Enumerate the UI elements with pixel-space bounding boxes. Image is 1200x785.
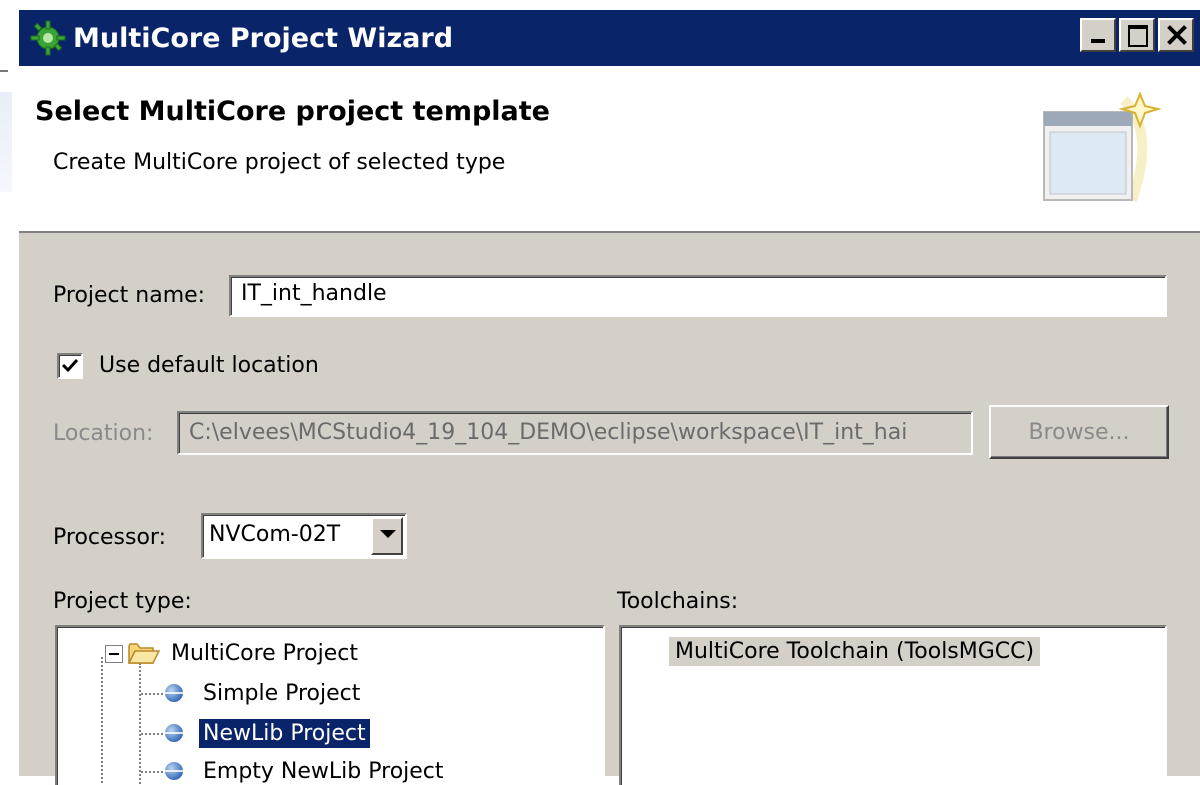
- checkmark-icon: [60, 356, 80, 376]
- use-default-location-label: Use default location: [99, 353, 319, 378]
- wizard-body: Project name: IT_int_handle Use default …: [19, 233, 1200, 776]
- folder-open-icon: [127, 640, 161, 666]
- collapse-icon[interactable]: [105, 645, 123, 663]
- background-window-strip: [0, 92, 12, 192]
- tree-connector: [141, 693, 163, 695]
- toolchain-item[interactable]: MultiCore Toolchain (ToolsMGCC): [669, 637, 1040, 666]
- maximize-button[interactable]: [1119, 18, 1155, 52]
- minimize-button[interactable]: [1080, 18, 1116, 52]
- blue-sphere-icon: [163, 722, 185, 744]
- wizard-dialog: MultiCore Project Wizard Select MultiCor…: [16, 10, 1200, 776]
- tree-connector: [141, 771, 163, 773]
- location-input[interactable]: C:\elvees\MCStudio4_19_104_DEMO\eclipse\…: [177, 411, 973, 455]
- processor-select[interactable]: NVCom-02T: [201, 513, 407, 559]
- processor-label: Processor:: [53, 525, 166, 550]
- project-type-label: Project type:: [53, 589, 192, 614]
- page-description: Create MultiCore project of selected typ…: [53, 150, 505, 175]
- use-default-location-checkbox[interactable]: [57, 353, 83, 379]
- page-title: Select MultiCore project template: [35, 96, 550, 127]
- project-name-label: Project name:: [53, 283, 205, 308]
- tree-connector: [101, 657, 103, 785]
- close-button[interactable]: [1158, 18, 1194, 52]
- tree-item-empty-newlib-project[interactable]: Empty NewLib Project: [163, 753, 448, 785]
- app-icon: [29, 19, 67, 57]
- tree-item-label: NewLib Project: [199, 719, 370, 748]
- project-type-tree[interactable]: MultiCore Project Simple Project: [55, 625, 605, 785]
- tree-connector: [139, 663, 141, 785]
- title-bar[interactable]: MultiCore Project Wizard: [19, 10, 1200, 66]
- toolchains-label: Toolchains:: [617, 589, 738, 614]
- tree-item-simple-project[interactable]: Simple Project: [163, 675, 364, 711]
- window-controls: [1080, 18, 1194, 52]
- blue-sphere-icon: [163, 682, 185, 704]
- tree-item-newlib-project[interactable]: NewLib Project: [163, 715, 370, 751]
- wizard-header: Select MultiCore project template Create…: [19, 66, 1200, 233]
- project-name-input[interactable]: IT_int_handle: [229, 275, 1167, 317]
- new-window-wizard-icon: [1036, 92, 1166, 212]
- blue-sphere-icon: [163, 760, 185, 782]
- tree-item-label: Empty NewLib Project: [199, 757, 448, 785]
- location-label: Location:: [53, 421, 153, 446]
- chevron-down-icon[interactable]: [371, 517, 403, 555]
- tree-item-label: Simple Project: [199, 679, 364, 708]
- window-title: MultiCore Project Wizard: [73, 23, 453, 54]
- tree-item-label: MultiCore Project: [167, 639, 362, 668]
- tree-connector: [141, 733, 163, 735]
- tree-item-multicore-project[interactable]: MultiCore Project: [127, 635, 362, 671]
- toolchains-list[interactable]: MultiCore Toolchain (ToolsMGCC): [619, 625, 1167, 785]
- background-window-tick: [0, 70, 8, 72]
- processor-selected-value: NVCom-02T: [209, 522, 340, 547]
- browse-button[interactable]: Browse...: [989, 405, 1169, 459]
